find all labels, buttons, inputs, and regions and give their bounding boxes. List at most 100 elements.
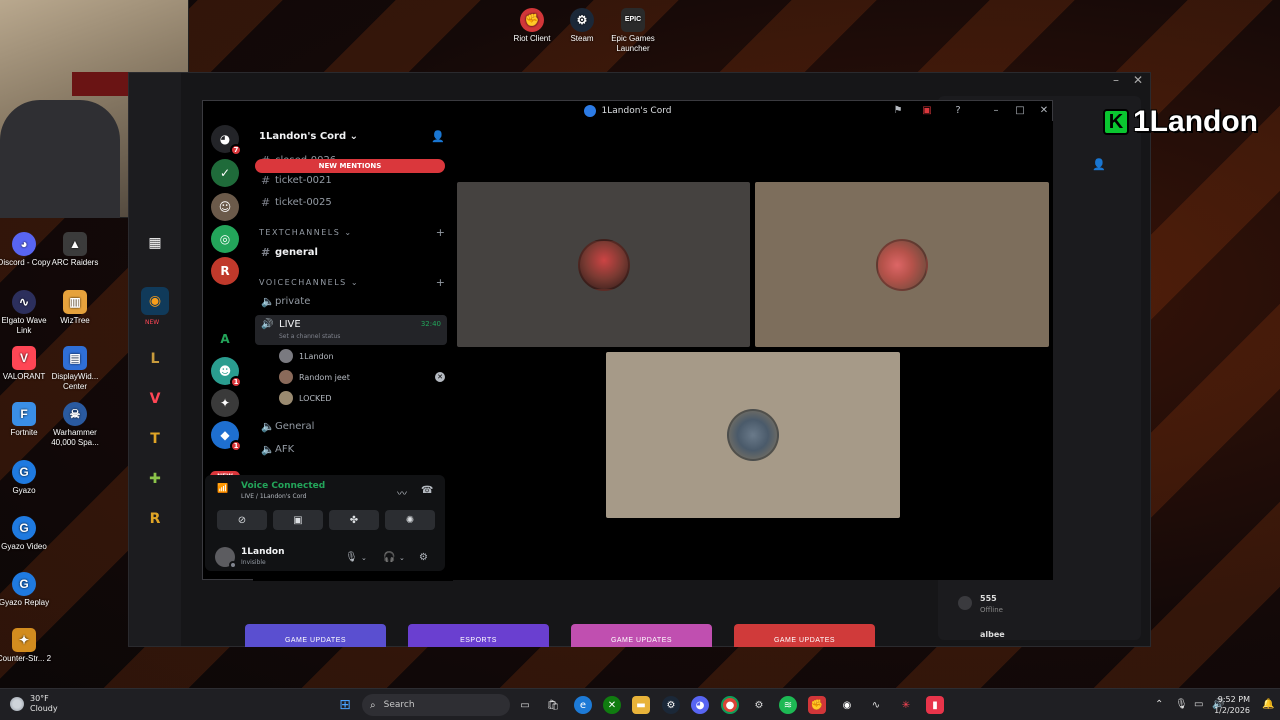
desktop-icon-riot-client[interactable]: ✊ Riot Client: [504, 8, 560, 44]
friend-name[interactable]: 555: [980, 594, 997, 603]
desktop-icon-gyazo[interactable]: G Gyazo: [0, 460, 52, 496]
settings-gear-icon[interactable]: ⚙: [419, 552, 428, 563]
camera-button[interactable]: ⊘: [217, 510, 267, 530]
desktop-icon-epic-games[interactable]: EPIC Epic Games Launcher: [605, 8, 661, 54]
channel-general[interactable]: # general: [257, 243, 447, 261]
voice-connected-title[interactable]: Voice Connected: [241, 481, 325, 491]
voice-channel-general[interactable]: 🔈 General: [257, 417, 447, 435]
desktop-icon-warhammer[interactable]: ☠ Warhammer 40,000 Spa...: [47, 402, 103, 448]
screen-share-button[interactable]: ▣: [273, 510, 323, 530]
desktop-icon-discord-copy[interactable]: ◕ Discord - Copy: [0, 232, 52, 268]
tft-icon[interactable]: T: [141, 425, 169, 453]
close-button[interactable]: ✕: [1037, 104, 1051, 118]
category-voice-channels[interactable]: VOICECHANNELS ⌄ +: [259, 275, 445, 289]
voice-user[interactable]: LOCKED: [279, 389, 445, 407]
participant-tile[interactable]: [457, 182, 750, 347]
server-icon[interactable]: A: [211, 325, 239, 353]
user-name[interactable]: 1Landon: [241, 547, 285, 557]
server-icon[interactable]: ◎: [211, 225, 239, 253]
discord-icon[interactable]: ◕: [691, 696, 709, 714]
discord-home-icon[interactable]: ◕ 7: [211, 125, 242, 156]
tray-overflow-icon[interactable]: ⌃: [1155, 699, 1163, 710]
minimize-button[interactable]: –: [989, 104, 1003, 118]
invite-member-icon[interactable]: 👤: [431, 130, 445, 143]
category-text-channels[interactable]: TEXTCHANNELS ⌄ +: [259, 225, 445, 239]
avatar[interactable]: [215, 547, 237, 569]
news-card[interactable]: GAME UPDATES: [734, 624, 875, 647]
participant-tile[interactable]: [755, 182, 1049, 347]
flag-icon[interactable]: ⚑: [891, 104, 905, 118]
settings-icon[interactable]: ⚙: [750, 696, 768, 714]
channel-ticket-0021[interactable]: # ticket-0021: [257, 171, 447, 189]
taskbar-clock[interactable]: 9:52 PM 1/2/2026: [1214, 694, 1250, 716]
launcher-minimize-button[interactable]: –: [1108, 73, 1124, 89]
desktop-icon-fortnite[interactable]: F Fortnite: [0, 402, 52, 438]
microphone-icon[interactable]: 🎙: [1175, 699, 1188, 710]
steam-icon[interactable]: ⚙: [662, 696, 680, 714]
news-card[interactable]: GAME UPDATES: [245, 624, 386, 647]
task-view-icon[interactable]: ▭: [516, 696, 534, 714]
voice-connected-channel[interactable]: LIVE / 1Landon's Cord: [241, 493, 306, 500]
friend-name[interactable]: albee: [980, 630, 1005, 639]
microphone-icon[interactable]: 🎙: [345, 552, 358, 563]
desktop-icon-gyazo-video[interactable]: G Gyazo Video: [0, 516, 52, 552]
server-icon[interactable]: ☻ 1: [211, 357, 242, 388]
server-icon[interactable]: R: [211, 257, 239, 285]
voice-user[interactable]: 1Landon: [279, 347, 445, 365]
inbox-icon[interactable]: ▣: [920, 104, 934, 118]
riot-client-icon[interactable]: ✊: [808, 696, 826, 714]
launcher-close-button[interactable]: ✕: [1130, 73, 1146, 89]
network-icon[interactable]: ▭: [1194, 699, 1203, 710]
voice-channel-live[interactable]: 🔊 LIVE Set a channel status 32:40: [255, 315, 447, 345]
spotify-icon[interactable]: ≋: [779, 696, 797, 714]
weather-widget[interactable]: 30°F Cloudy: [10, 694, 58, 714]
app-icon[interactable]: ▮: [926, 696, 944, 714]
chevron-down-icon[interactable]: ⌄: [361, 554, 367, 562]
voice-user[interactable]: Random jeet ✕: [279, 368, 445, 386]
add-friend-icon[interactable]: 👤: [1092, 158, 1106, 171]
maximize-button[interactable]: □: [1013, 104, 1027, 118]
riot-icon[interactable]: R: [141, 505, 169, 533]
participant-tile[interactable]: [606, 352, 900, 518]
lor-icon[interactable]: ✚: [141, 465, 169, 493]
xbox-icon[interactable]: ✕: [603, 696, 621, 714]
desktop-icon-steam[interactable]: ⚙ Steam: [554, 8, 610, 44]
add-channel-icon[interactable]: +: [436, 276, 445, 289]
grid-icon[interactable]: ▦: [141, 229, 169, 257]
channel-ticket-0025[interactable]: # ticket-0025: [257, 193, 447, 211]
obs-icon[interactable]: ◉: [838, 696, 856, 714]
desktop-icon-wave-link[interactable]: ∿ Elgato Wave Link: [0, 290, 52, 336]
store-icon[interactable]: 🛍: [544, 696, 562, 714]
activities-button[interactable]: ✤: [329, 510, 379, 530]
desktop-icon-counter-strike[interactable]: ✦ Counter-Str... 2: [0, 628, 52, 664]
add-channel-icon[interactable]: +: [436, 226, 445, 239]
server-icon[interactable]: ◆ 1: [211, 421, 242, 452]
noise-suppression-icon[interactable]: 〰: [397, 485, 407, 500]
valorant-icon[interactable]: V: [141, 385, 169, 413]
chevron-down-icon[interactable]: ⌄: [399, 554, 405, 562]
help-icon[interactable]: ?: [951, 104, 965, 118]
server-icon[interactable]: ✓: [211, 159, 239, 187]
news-card[interactable]: GAME UPDATES: [571, 624, 712, 647]
valorant-icon[interactable]: ✳: [897, 696, 915, 714]
server-icon[interactable]: ☺: [211, 193, 239, 221]
voice-channel-afk[interactable]: 🔈 AFK: [257, 440, 447, 458]
channel-status[interactable]: Set a channel status: [279, 333, 340, 340]
disconnect-icon[interactable]: ☎: [421, 485, 433, 496]
taskbar-search[interactable]: ⌕ Search: [362, 694, 510, 716]
edge-icon[interactable]: e: [574, 696, 592, 714]
desktop-icon-valorant[interactable]: V VALORANT: [0, 346, 52, 382]
soundboard-button[interactable]: ✺: [385, 510, 435, 530]
server-name-header[interactable]: 1Landon's Cord ⌄: [259, 131, 358, 142]
chrome-icon[interactable]: ●: [721, 696, 739, 714]
headphones-icon[interactable]: 🎧: [383, 552, 395, 563]
overwatch-icon[interactable]: ◉: [141, 287, 169, 315]
desktop-icon-wiztree[interactable]: ▥ WizTree: [47, 290, 103, 326]
desktop-icon-gyazo-replay[interactable]: G Gyazo Replay: [0, 572, 52, 608]
desktop-icon-displaywidget[interactable]: ▤ DisplayWid... Center: [47, 346, 103, 392]
windows-start-icon[interactable]: ⊞: [336, 696, 354, 714]
desktop-icon-arc-raiders[interactable]: ▲ ARC Raiders: [47, 232, 103, 268]
wave-link-icon[interactable]: ∿: [867, 696, 885, 714]
file-explorer-icon[interactable]: ▬: [632, 696, 650, 714]
notifications-icon[interactable]: 🔔: [1262, 699, 1274, 710]
